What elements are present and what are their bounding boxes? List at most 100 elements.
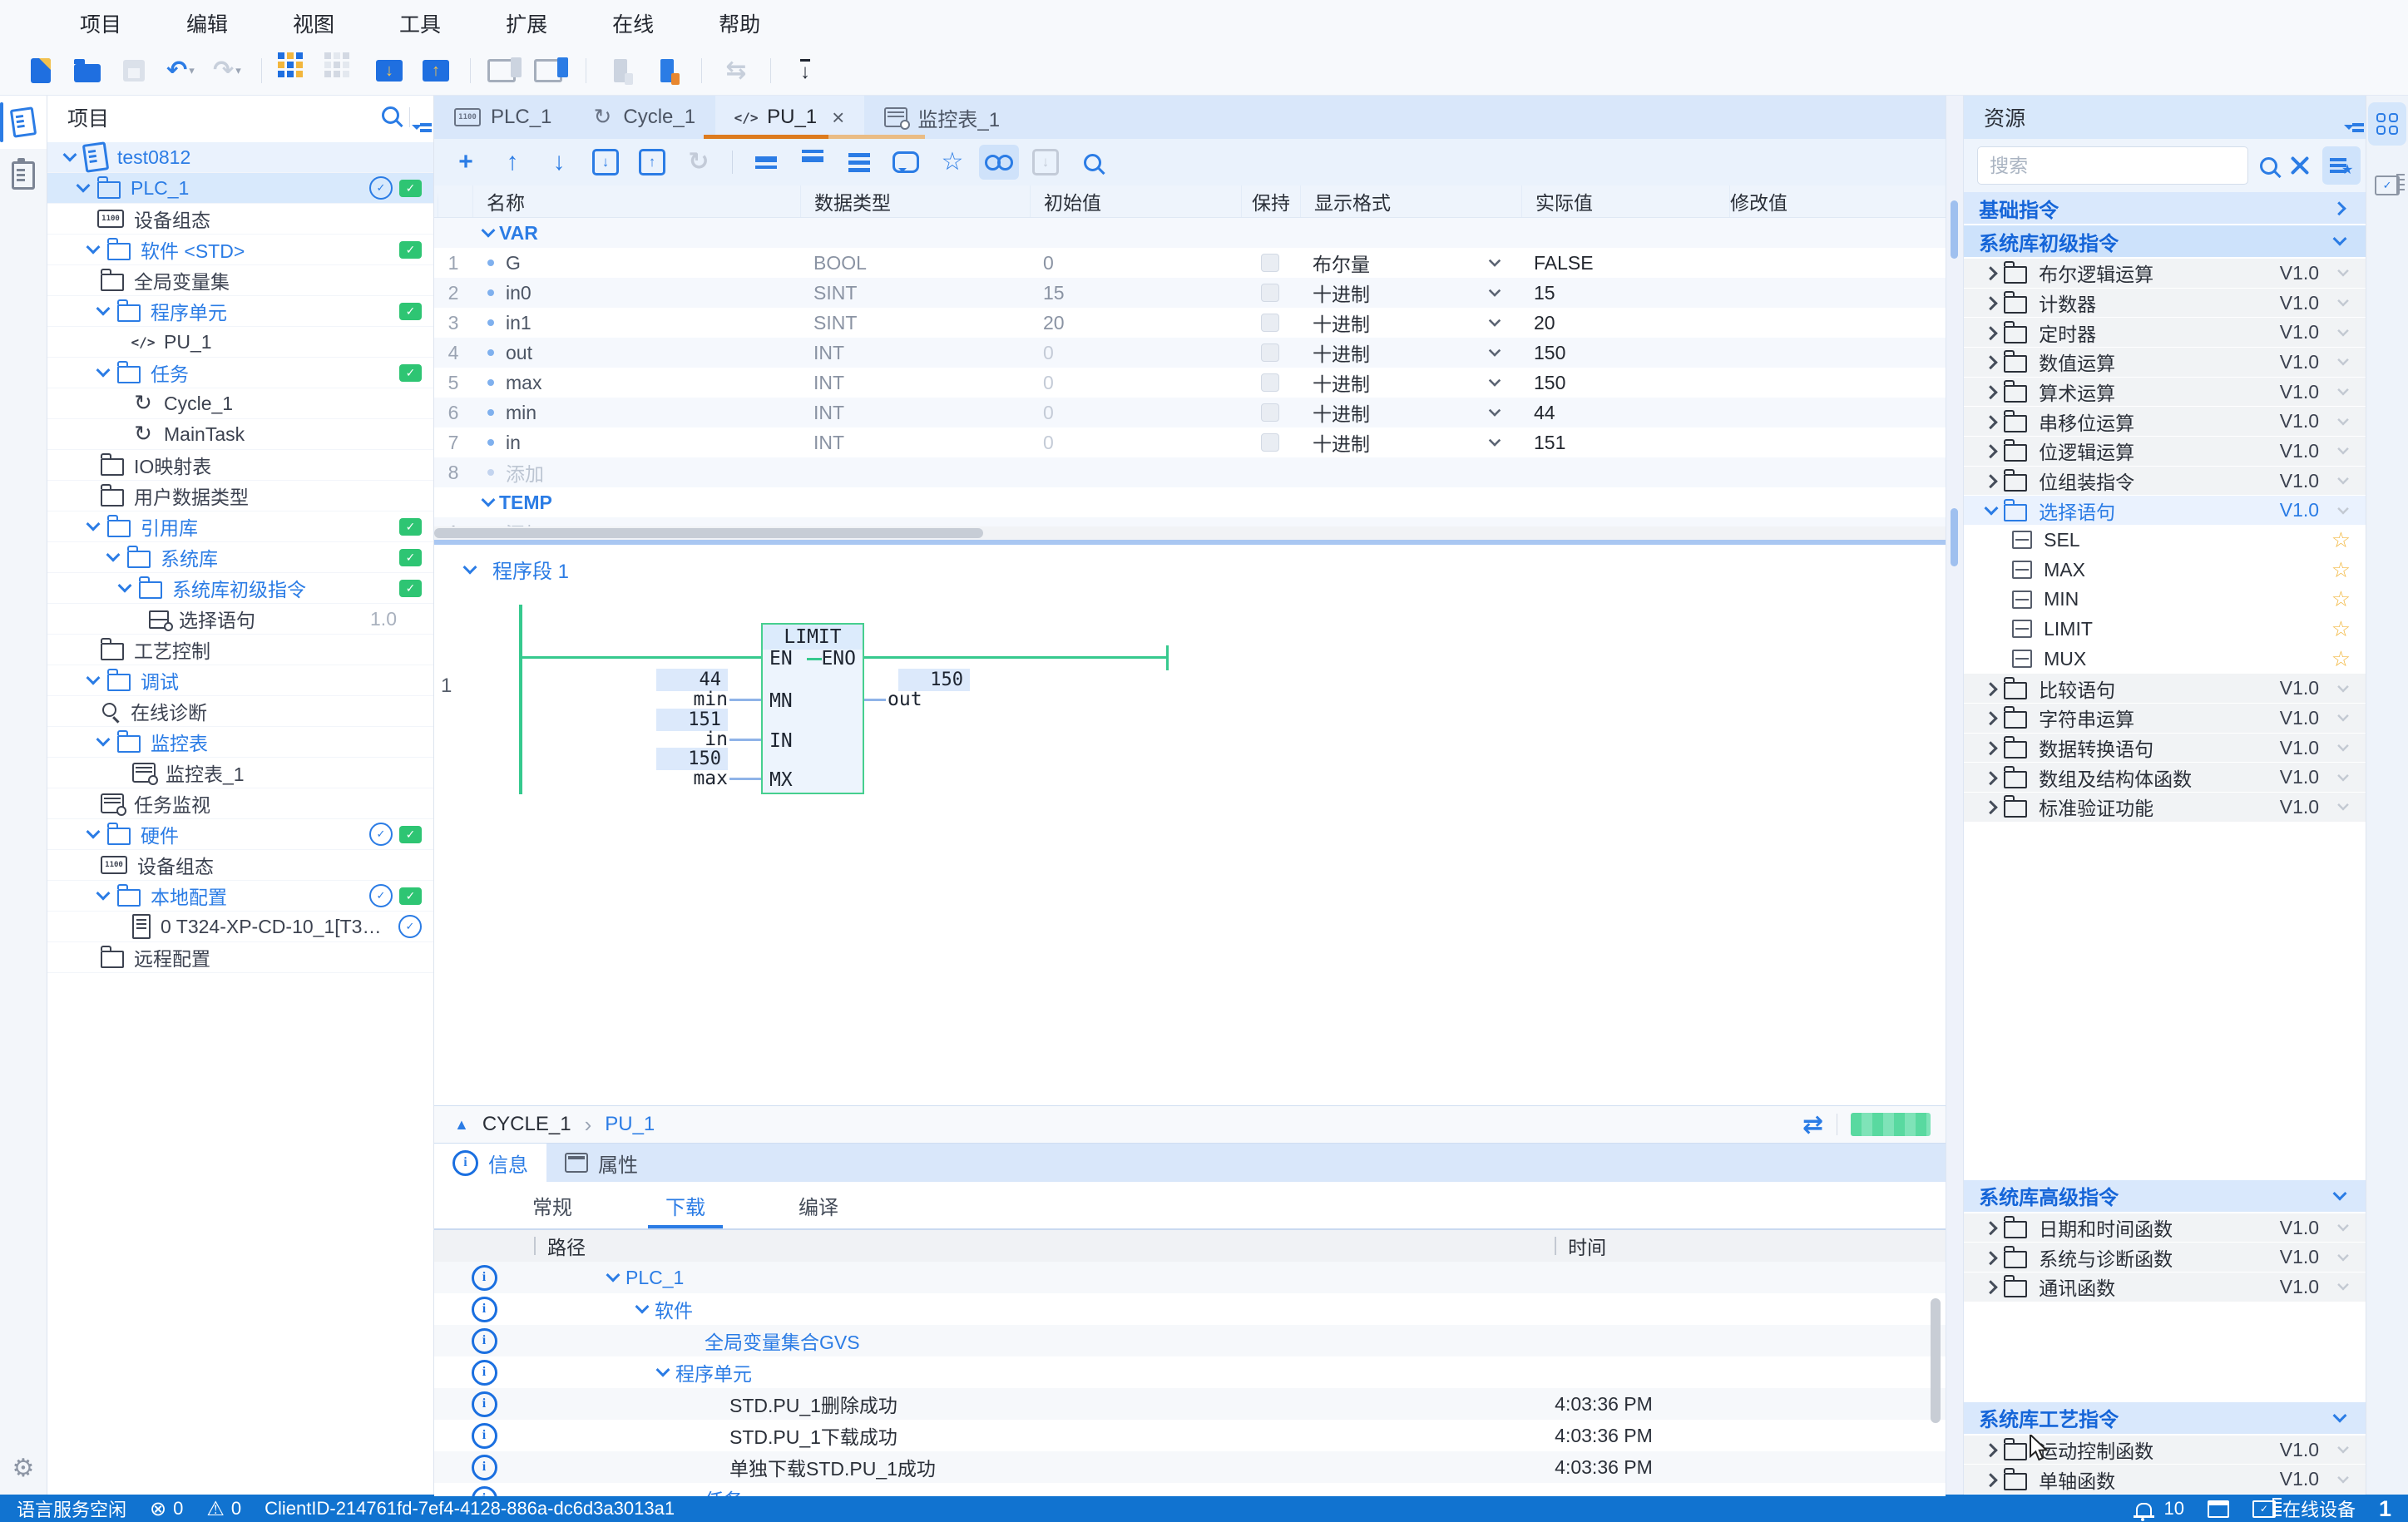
expand-chevron-icon[interactable] [1979, 411, 2004, 432]
expand-chevron-icon[interactable] [1979, 500, 2004, 521]
expand-chevron-icon[interactable] [1979, 351, 2004, 373]
resource-item[interactable]: MIN ☆ [1964, 585, 2366, 614]
section-advanced-instructions[interactable]: 系统库高级指令 [1964, 1180, 2366, 1212]
menu-item[interactable]: 扩展 [506, 8, 547, 38]
display-format-value[interactable]: 十进制 [1313, 309, 1370, 337]
log-scrollbar-thumb[interactable] [1931, 1298, 1941, 1423]
variable-type[interactable]: SINT [800, 282, 1030, 304]
resource-item[interactable]: SEL ☆ [1964, 526, 2366, 555]
version-dropdown-icon[interactable] [2335, 1470, 2352, 1488]
col-path[interactable]: 路径 [547, 1232, 586, 1260]
log-row[interactable]: 软件 [434, 1293, 1946, 1325]
favorite-button[interactable]: ☆ [932, 145, 972, 180]
select-all-corner[interactable] [438, 192, 447, 217]
variable-initial-value[interactable]: 15 [1030, 282, 1241, 304]
variable-initial-value[interactable]: 20 [1030, 312, 1241, 334]
log-row[interactable]: 任务 [434, 1483, 1946, 1496]
breadcrumb-task[interactable]: CYCLE_1 [482, 1113, 571, 1136]
log-chevron-icon[interactable] [650, 1361, 675, 1383]
expand-chevron-icon[interactable] [102, 546, 124, 568]
expand-chevron-icon[interactable] [1979, 470, 2004, 492]
resource-item[interactable]: MUX ☆ [1964, 645, 2366, 674]
warning-counter[interactable]: ⚠0 [206, 1497, 241, 1521]
resource-item[interactable]: 算术运算 V1.0 [1964, 378, 2366, 407]
variable-row[interactable]: 1 添加 添加 [434, 517, 1946, 526]
resource-item[interactable]: 数组及结构体函数 V1.0 [1964, 763, 2366, 792]
upload-button[interactable]: ↑ [417, 52, 455, 89]
tree-item[interactable]: 用户数据类型 [47, 481, 433, 511]
tree-item[interactable]: 监控表 [47, 727, 433, 758]
resource-item[interactable]: 数据转换语句 V1.0 [1964, 734, 2366, 763]
settings-gear-icon[interactable]: ⚙ [0, 1454, 47, 1483]
section-tech-instructions[interactable]: 系统库工艺指令 [1964, 1402, 2366, 1434]
variable-initial-value[interactable]: 0 [1030, 372, 1241, 394]
notifications-button[interactable]: 10 [2136, 1498, 2183, 1520]
splitter-handle[interactable] [1951, 508, 1958, 566]
mx-operand[interactable]: max [670, 768, 728, 789]
version-dropdown-icon[interactable] [2335, 472, 2352, 490]
group-chevron-icon[interactable] [477, 492, 499, 513]
tree-item[interactable]: 设备组态 [47, 850, 433, 881]
info-subtab[interactable]: 编译 [752, 1182, 885, 1228]
ladder-diagram[interactable]: 程序段 1 1 LIMIT EN ENO MN IN MX 44 min [434, 545, 1946, 1105]
rail-resources-button[interactable] [2368, 102, 2406, 146]
expand-chevron-icon[interactable] [92, 362, 114, 383]
menu-item[interactable]: 编辑 [186, 8, 228, 38]
project-search-icon[interactable] [382, 106, 399, 128]
tree-item[interactable]: 选择语句 1.0 [47, 604, 433, 635]
version-dropdown-icon[interactable] [2335, 1278, 2352, 1296]
variable-initial-value[interactable]: 0 [1030, 252, 1241, 274]
version-dropdown-icon[interactable] [2335, 442, 2352, 460]
document-tab[interactable]: Cycle_1 [571, 96, 715, 139]
info-tab[interactable]: 属性 [546, 1144, 656, 1182]
document-tab[interactable]: PU_1 × [715, 96, 864, 139]
menu-item[interactable]: 帮助 [719, 8, 760, 38]
col-format[interactable]: 显示格式 [1300, 185, 1521, 217]
format-dropdown-icon[interactable] [1486, 403, 1504, 422]
favorites-filter-button[interactable]: ★ [2322, 146, 2361, 185]
resource-item[interactable]: MAX ☆ [1964, 556, 2366, 585]
mn-operand[interactable]: min [670, 689, 728, 710]
tree-item[interactable]: 程序单元 [47, 296, 433, 327]
resource-item[interactable]: 单轴函数 V1.0 [1964, 1465, 2366, 1494]
variable-row[interactable]: 1 G BOOL 0 布尔量 FALSE [434, 248, 1946, 278]
comment-button[interactable] [886, 145, 926, 180]
info-subtab[interactable]: 下载 [619, 1182, 752, 1228]
retain-checkbox[interactable] [1261, 373, 1279, 392]
menu-item[interactable]: 视图 [293, 8, 334, 38]
version-dropdown-icon[interactable] [2335, 264, 2352, 282]
version-dropdown-icon[interactable] [2335, 294, 2352, 312]
display-format-value[interactable]: 十进制 [1313, 368, 1370, 397]
expand-chevron-icon[interactable] [82, 670, 104, 691]
display-format-value[interactable]: 布尔量 [1313, 249, 1370, 277]
menu-item[interactable]: 工具 [399, 8, 441, 38]
tree-item[interactable]: MainTask [47, 419, 433, 450]
expand-chevron-icon[interactable] [1979, 737, 2004, 759]
format-dropdown-icon[interactable] [1486, 343, 1504, 362]
info-tab[interactable]: 信息 [434, 1144, 546, 1182]
tree-item[interactable]: 监控表_1 [47, 758, 433, 788]
group-chevron-icon[interactable] [477, 222, 499, 244]
tree-item[interactable]: 任务监视 [47, 788, 433, 819]
expand-chevron-icon[interactable] [82, 239, 104, 260]
col-name[interactable]: 名称 [472, 185, 800, 217]
variable-row[interactable]: 2 in0 SINT 15 十进制 15 [434, 278, 1946, 308]
tree-item[interactable]: 引用库 [47, 511, 433, 542]
add-variable-button[interactable]: + [446, 145, 486, 180]
swap-icon[interactable]: ⇄ [1802, 1110, 1823, 1139]
tree-item[interactable]: PU_1 [47, 327, 433, 358]
expand-chevron-icon[interactable] [1979, 381, 2004, 403]
resource-item[interactable]: LIMIT ☆ [1964, 615, 2366, 644]
tree-item[interactable]: 0 T324-XP-CD-10_1[T324-XP... [47, 912, 433, 942]
horizontal-scrollbar[interactable] [434, 526, 1946, 540]
log-row[interactable]: 程序单元 [434, 1356, 1946, 1388]
retain-checkbox[interactable] [1261, 284, 1279, 302]
resource-item[interactable]: 位逻辑运算 V1.0 [1964, 437, 2366, 466]
retain-checkbox[interactable] [1261, 403, 1279, 422]
variable-row[interactable]: 5 max INT 0 十进制 150 [434, 368, 1946, 398]
info-subtab[interactable]: 常规 [486, 1182, 619, 1228]
retain-checkbox[interactable] [1261, 433, 1279, 452]
resource-item[interactable]: 串移位运算 V1.0 [1964, 407, 2366, 436]
resources-search-icon[interactable] [2260, 157, 2277, 175]
expand-chevron-icon[interactable] [1979, 440, 2004, 462]
